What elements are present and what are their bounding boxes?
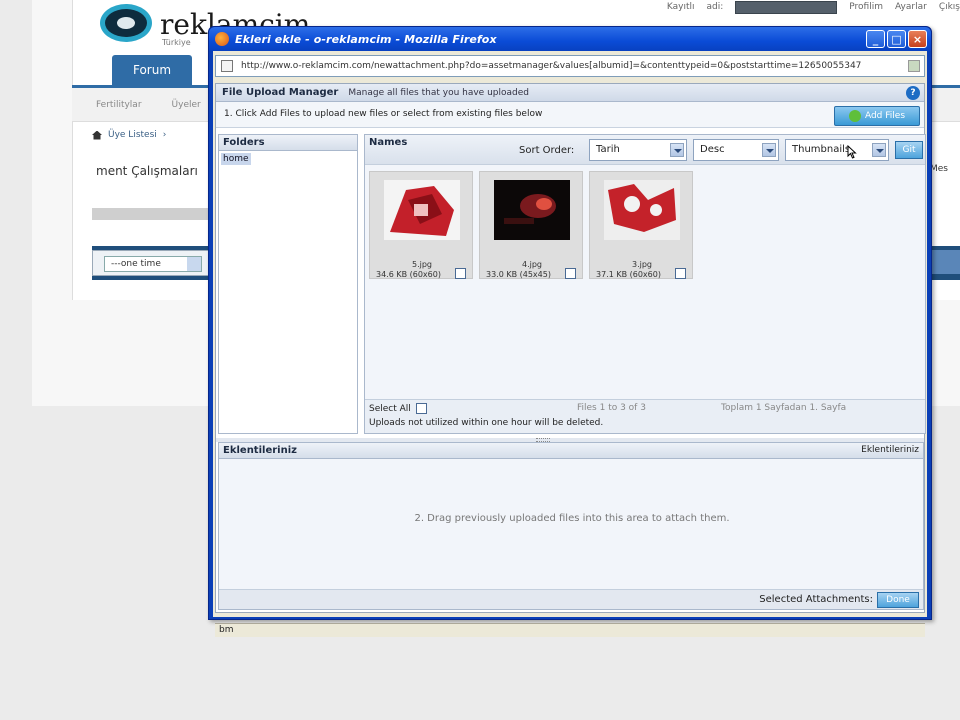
drop-zone-hint: 2. Drag previously uploaded files into t… (414, 513, 730, 524)
select-all[interactable]: Select All (369, 403, 427, 414)
files-header: Names Sort Order: Tarih Desc Thumbnails (365, 135, 925, 165)
add-files-label: Add Files (864, 111, 906, 121)
selected-attachments-label: Selected Attachments: (759, 594, 873, 605)
pager: Toplam 1 Sayfadan 1. Sayfa (721, 403, 847, 413)
file-checkbox[interactable] (455, 268, 466, 279)
file-checkbox[interactable] (565, 268, 576, 279)
cleanup-note: Uploads not utilized within one hour wil… (369, 418, 604, 428)
files-panel: Names Sort Order: Tarih Desc Thumbnails (364, 134, 926, 434)
firefox-window: Ekleri ekle - o-reklamcim - Mozilla Fire… (208, 26, 932, 637)
file-thumbnail[interactable]: 3.jpg 37.1 KB (60x60) (589, 171, 693, 279)
background-select[interactable]: ---one time (104, 256, 202, 272)
url-bar[interactable]: http://www.o-reklamcim.com/newattachment… (215, 55, 925, 77)
breadcrumb: Üye Listesi › (92, 130, 166, 140)
file-size: 34.6 KB (60x60) (376, 270, 441, 279)
logo-subtitle: Türkiye (162, 38, 191, 47)
logo-ring-icon (100, 4, 152, 42)
firefox-icon (215, 32, 229, 46)
site-logo[interactable] (98, 2, 158, 48)
attachments-right-label: Eklentileriniz (861, 445, 919, 455)
top-search-input[interactable] (735, 0, 838, 14)
chevron-down-icon (670, 143, 684, 157)
go-button[interactable]: Git (895, 141, 923, 159)
window-titlebar[interactable]: Ekleri ekle - o-reklamcim - Mozilla Fire… (209, 27, 931, 51)
sort-direction-value: Desc (700, 144, 725, 155)
top-link-registered[interactable]: Kayıtlı (667, 2, 695, 12)
background-select-value: ---one time (111, 259, 161, 269)
image-thumbnail (384, 180, 460, 240)
window-controls: _ □ × (866, 30, 927, 48)
instruction-text: 1. Click Add Files to upload new files o… (224, 109, 543, 119)
attachments-label: Eklentileriniz (223, 445, 297, 456)
manager-header: File Upload Manager Manage all files tha… (216, 84, 924, 102)
attachments-panel: Eklentileriniz Eklentileriniz 2. Drag pr… (218, 442, 924, 610)
add-icon (848, 110, 861, 122)
select-all-checkbox[interactable] (415, 403, 427, 414)
window-body: http://www.o-reklamcim.com/newattachment… (213, 51, 927, 637)
sort-field-value: Tarih (596, 144, 620, 155)
chevron-down-icon (187, 257, 201, 271)
file-thumbnail[interactable]: 4.jpg 33.0 KB (45x45) (479, 171, 583, 279)
sort-order-label: Sort Order: (519, 145, 575, 156)
chevron-down-icon (762, 143, 776, 157)
top-links: Kayıtlı adi: Profilim Ayarlar Çıkış (667, 0, 960, 14)
right-button[interactable] (932, 250, 960, 274)
attachments-header: Eklentileriniz Eklentileriniz (219, 443, 923, 459)
folders-header: Folders (219, 135, 357, 151)
close-button[interactable]: × (908, 30, 927, 48)
sort-direction-select[interactable]: Desc (693, 139, 779, 161)
top-link-logout[interactable]: Çıkış (939, 2, 960, 12)
attachments-footer: Selected Attachments: Done (219, 589, 923, 609)
upload-manager-page: File Upload Manager Manage all files tha… (215, 83, 926, 613)
instruction-row: 1. Click Add Files to upload new files o… (216, 102, 924, 128)
home-icon[interactable] (92, 130, 102, 140)
folders-panel: Folders home (218, 134, 358, 434)
subnav-item-0[interactable]: Fertilitylar (96, 100, 142, 110)
file-size: 37.1 KB (60x60) (596, 270, 661, 279)
security-icon[interactable] (908, 60, 920, 72)
thumbnail-grid: 5.jpg 34.6 KB (60x60) 4.jpg 33.0 KB (45x… (365, 167, 925, 397)
page-heading: ment Çalışmaları (96, 164, 198, 178)
grey-strip (92, 208, 210, 220)
file-thumbnail[interactable]: 5.jpg 34.6 KB (60x60) (369, 171, 473, 279)
manager-subtitle: Manage all files that you have uploaded (348, 87, 529, 98)
file-size: 33.0 KB (45x45) (486, 270, 551, 279)
files-footer: Select All Files 1 to 3 of 3 Toplam 1 Sa… (365, 399, 925, 433)
chevron-down-icon (872, 143, 886, 157)
top-link-profile[interactable]: Profilim (849, 2, 883, 12)
status-bar: bm (215, 623, 925, 637)
help-icon[interactable]: ? (906, 86, 920, 100)
top-link-settings[interactable]: Ayarlar (895, 2, 927, 12)
subnav-item-1[interactable]: Üyeler (172, 100, 201, 110)
folder-home[interactable]: home (221, 153, 251, 165)
right-fragment: Mes (930, 164, 948, 174)
sort-field-select[interactable]: Tarih (589, 139, 687, 161)
top-link-name: adi: (706, 2, 724, 12)
minimize-button[interactable]: _ (866, 30, 885, 48)
url-text[interactable]: http://www.o-reklamcim.com/newattachment… (241, 61, 901, 71)
breadcrumb-sep: › (162, 130, 167, 140)
window-title: Ekleri ekle - o-reklamcim - Mozilla Fire… (235, 32, 497, 46)
maximize-button[interactable]: □ (887, 30, 906, 48)
page-icon (221, 60, 233, 72)
file-checkbox[interactable] (675, 268, 686, 279)
names-label: Names (369, 137, 408, 148)
files-count: Files 1 to 3 of 3 (577, 403, 646, 413)
done-button[interactable]: Done (877, 592, 919, 608)
select-all-label: Select All (369, 403, 411, 414)
view-mode-select[interactable]: Thumbnails (785, 139, 889, 161)
image-thumbnail (494, 180, 570, 240)
add-files-button[interactable]: Add Files (834, 106, 920, 126)
nav-tab-forum[interactable]: Forum (112, 55, 192, 85)
image-thumbnail (604, 180, 680, 240)
mouse-cursor-icon (847, 145, 857, 159)
view-mode-value: Thumbnails (792, 144, 851, 155)
manager-title: File Upload Manager (222, 87, 339, 98)
breadcrumb-item[interactable]: Üye Listesi (108, 130, 157, 140)
